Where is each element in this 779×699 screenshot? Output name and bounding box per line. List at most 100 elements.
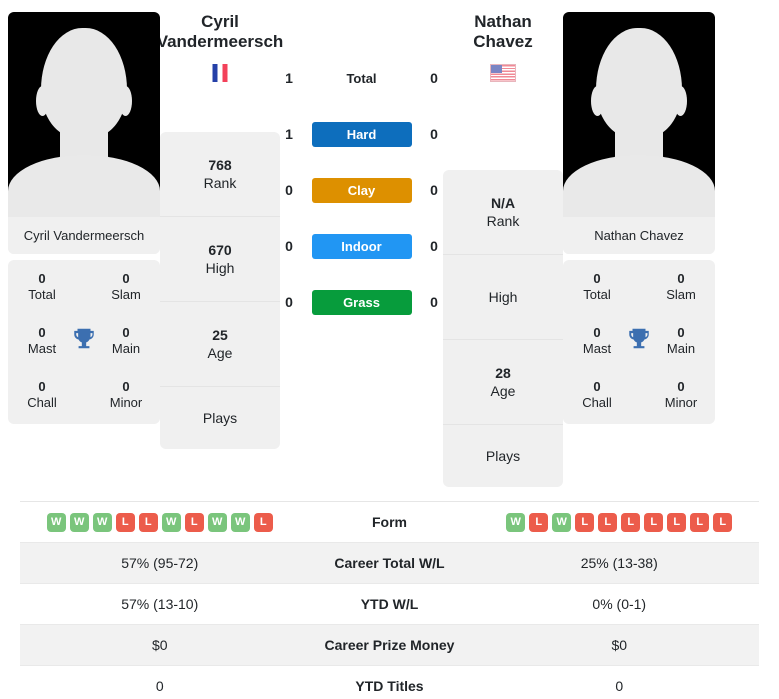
left-titles-total-label: Total <box>28 287 56 302</box>
right-titles-slam: 0 Slam <box>653 271 709 304</box>
form-badge-loss: L <box>667 512 687 532</box>
left-player-card[interactable]: Cyril Vandermeersch <box>8 12 160 254</box>
right-titles-total: 0 Total <box>569 271 625 304</box>
right-titles-slam-label: Slam <box>666 287 696 302</box>
right-titles-slam-value: 0 <box>677 270 685 286</box>
right-titles-main: 0 Main <box>653 325 709 358</box>
form-badge-win: W <box>207 512 227 532</box>
form-badge-loss: L <box>138 512 158 532</box>
right-rank-cell: N/A Rank <box>443 170 563 255</box>
right-titles-chall-label: Chall <box>582 395 612 410</box>
surface-bar-grass[interactable]: Grass <box>311 289 412 315</box>
left-high-cell: 670 High <box>160 217 280 302</box>
career-wl-label: Career Total W/L <box>334 555 445 571</box>
head-to-head-column: 1 Total 0 1 Hard 0 0 Clay 0 0 Indoor 0 0 <box>280 12 443 316</box>
table-row-career-wl: 57% (95-72) Career Total W/L 25% (13-38) <box>20 543 759 584</box>
surface-bar-hard[interactable]: Hard <box>311 121 412 147</box>
avatar <box>563 12 715 217</box>
left-titles-minor-value: 0 <box>122 378 130 394</box>
ytd-titles-label: YTD Titles <box>355 678 424 694</box>
left-titles-slam-label: Slam <box>111 287 141 302</box>
left-age-value: 25 <box>212 326 228 343</box>
left-titles-chall-label: Chall <box>27 395 57 410</box>
right-form-badges: WLWLLLLLLL <box>480 512 760 532</box>
left-rank-label: Rank <box>203 175 237 191</box>
h2h-total-label: Total <box>346 70 377 86</box>
h2h-indoor-right-score: 0 <box>430 238 438 254</box>
left-titles-total: 0 Total <box>14 271 70 304</box>
form-badge-win: W <box>69 512 89 532</box>
avatar-shoulders-shape <box>563 155 715 217</box>
left-rank-panel: 768 Rank 670 High 25 Age Plays <box>160 132 280 449</box>
right-titles-grid: 0 Total 0 Slam 0 Mast 0 Main 0 Chall 0 M… <box>563 260 715 424</box>
left-titles-minor-label: Minor <box>109 395 143 410</box>
france-flag-icon <box>207 63 233 82</box>
left-career-prize-value: $0 <box>151 637 168 653</box>
h2h-clay-left-score: 0 <box>285 182 293 198</box>
left-high-value: 670 <box>208 241 232 258</box>
comparison-header: Cyril Vandermeersch 0 Total 0 Slam 0 Mas… <box>0 0 779 487</box>
left-titles-chall: 0 Chall <box>14 379 70 412</box>
right-titles-mast-value: 0 <box>593 324 601 340</box>
left-player-name: Cyril Vandermeersch <box>157 12 284 52</box>
left-titles-slam: 0 Slam <box>98 271 154 304</box>
table-row-ytd-wl: 57% (13-10) YTD W/L 0% (0-1) <box>20 584 759 625</box>
left-plays-label: Plays <box>202 409 238 426</box>
form-badge-win: W <box>46 512 66 532</box>
form-row-label: Form <box>372 514 407 530</box>
left-ytd-wl-value: 57% (13-10) <box>121 596 199 612</box>
form-badge-loss: L <box>713 512 733 532</box>
right-player-last-name: Chavez <box>473 32 533 52</box>
form-badge-loss: L <box>575 512 595 532</box>
h2h-indoor-left-score: 0 <box>285 238 293 254</box>
right-player-card[interactable]: Nathan Chavez <box>563 12 715 254</box>
right-career-wl-value: 25% (13-38) <box>580 555 658 571</box>
left-career-wl-value: 57% (95-72) <box>121 555 199 571</box>
left-titles-row-1: 0 Total 0 Slam <box>14 260 154 314</box>
avatar-ear-left-shape <box>591 86 604 116</box>
h2h-total-row: 1 Total 0 <box>280 64 443 92</box>
left-player-heading: Cyril Vandermeersch <box>157 12 283 132</box>
right-player-heading: Nathan Chavez <box>443 12 563 132</box>
h2h-indoor-row: 0 Indoor 0 <box>280 232 443 260</box>
surface-bar-indoor[interactable]: Indoor <box>311 233 412 259</box>
right-titles-total-label: Total <box>583 287 611 302</box>
h2h-hard-left-score: 1 <box>285 126 293 142</box>
ytd-wl-label: YTD W/L <box>360 596 419 612</box>
avatar-shoulders-shape <box>8 155 160 217</box>
trophy-icon <box>71 326 97 357</box>
right-player-column: Nathan Chavez 0 Total 0 Slam 0 Mast 0 Ma… <box>563 12 715 424</box>
right-titles-chall-value: 0 <box>593 378 601 394</box>
left-player-last-name: Vandermeersch <box>156 32 284 52</box>
left-titles-row-3: 0 Chall 0 Minor <box>14 368 154 422</box>
left-titles-total-value: 0 <box>38 270 46 286</box>
left-titles-slam-value: 0 <box>122 270 130 286</box>
left-titles-minor: 0 Minor <box>98 379 154 412</box>
form-badge-loss: L <box>644 512 664 532</box>
right-player-name: Nathan Chavez <box>473 12 533 52</box>
right-plays-cell: Plays <box>443 425 563 487</box>
form-badge-win: W <box>161 512 181 532</box>
right-rank-label: Rank <box>486 213 520 229</box>
right-ytd-titles-value: 0 <box>615 678 624 694</box>
left-titles-mast-value: 0 <box>38 324 46 340</box>
left-plays-cell: Plays <box>160 387 280 449</box>
left-form-cell: WWWLLWLWWL <box>20 512 300 532</box>
h2h-grass-row: 0 Grass 0 <box>280 288 443 316</box>
avatar-ear-left-shape <box>36 86 49 116</box>
left-rank-cell: 768 Rank <box>160 132 280 217</box>
right-rank-panel: N/A Rank High 28 Age Plays <box>443 170 563 487</box>
h2h-clay-row: 0 Clay 0 <box>280 176 443 204</box>
right-career-prize-value: $0 <box>611 637 628 653</box>
left-rank-column: Cyril Vandermeersch 768 Rank 670 High 25 <box>157 12 283 449</box>
left-titles-main: 0 Main <box>98 325 154 358</box>
right-titles-total-value: 0 <box>593 270 601 286</box>
left-age-cell: 25 Age <box>160 302 280 387</box>
right-form-cell: WLWLLLLLLL <box>480 512 760 532</box>
right-plays-label: Plays <box>485 447 521 464</box>
right-high-label: High <box>488 288 518 305</box>
left-player-first-name: Cyril <box>201 12 239 31</box>
surface-bar-clay[interactable]: Clay <box>311 177 412 203</box>
right-rank-value: N/A <box>490 194 516 211</box>
left-rank-value: 768 <box>208 156 232 173</box>
